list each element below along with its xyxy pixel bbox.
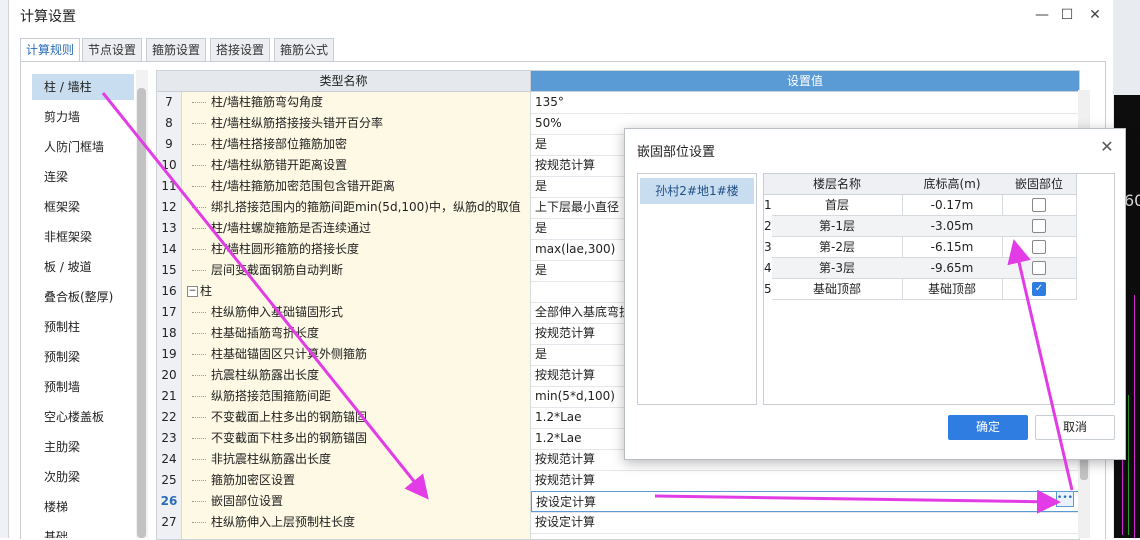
grid-header-value: 设置值 <box>531 71 1079 92</box>
component-item-precast-beam[interactable]: 预制梁 <box>32 344 134 370</box>
minimize-button[interactable]: — <box>1030 4 1054 26</box>
tab-lap-settings[interactable]: 搭接设置 <box>210 38 271 62</box>
floor-row[interactable]: 2 第-1层 -3.05m <box>764 216 1077 237</box>
embed-position-dialog: 嵌固部位设置 ✕ 孙村2#地1#楼 楼层名称 底标高(m) 嵌固部位 1 首层 … <box>624 128 1126 460</box>
component-item-column[interactable]: 柱 / 墙柱 <box>32 74 134 100</box>
component-list: 柱 / 墙柱 剪力墙 人防门框墙 连梁 框架梁 非框架梁 板 / 坡道 叠合板(… <box>28 70 136 538</box>
maximize-button[interactable]: ☐ <box>1055 4 1079 26</box>
component-item-precast-wall[interactable]: 预制墙 <box>32 374 134 400</box>
component-item-coupling-beam[interactable]: 连梁 <box>32 164 134 190</box>
embedded-checkbox[interactable] <box>1032 261 1046 275</box>
table-row[interactable]: 7 柱/墙柱箍筋弯勾角度 135° <box>157 92 1079 114</box>
table-row[interactable]: 25 箍筋加密区设置 按规范计算 <box>157 470 1079 492</box>
table-row-partial[interactable] <box>157 533 1079 539</box>
component-item-frame-beam[interactable]: 框架梁 <box>32 194 134 220</box>
embedded-checkbox[interactable] <box>1032 219 1046 233</box>
component-item-shear-wall[interactable]: 剪力墙 <box>32 104 134 130</box>
tab-stirrup-formula[interactable]: 箍筋公式 <box>274 38 335 62</box>
more-options-button[interactable]: ••• <box>1056 491 1074 507</box>
floor-row[interactable]: 3 第-2层 -6.15m <box>764 237 1077 258</box>
collapse-icon[interactable]: − <box>187 286 198 297</box>
embedded-checkbox-checked[interactable]: ✓ <box>1032 282 1046 296</box>
tab-calc-rules[interactable]: 计算规则 <box>20 38 81 63</box>
component-item-foundation[interactable]: 基础 <box>32 524 134 538</box>
ok-button[interactable]: 确定 <box>948 415 1028 440</box>
embedded-checkbox[interactable] <box>1032 240 1046 254</box>
cancel-button[interactable]: 取消 <box>1035 415 1115 440</box>
embedded-checkbox[interactable] <box>1032 198 1046 212</box>
component-item-composite-slab[interactable]: 叠合板(整厚) <box>32 284 134 310</box>
component-item-hollow-floor[interactable]: 空心楼盖板 <box>32 404 134 430</box>
building-item[interactable]: 孙村2#地1#楼 <box>640 178 754 204</box>
component-item-civil-defense-door[interactable]: 人防门框墙 <box>32 134 134 160</box>
column-header-embedded: 嵌固部位 <box>1002 174 1077 195</box>
table-row-selected[interactable]: 26 嵌固部位设置 按设定计算 <box>157 491 1079 513</box>
floor-row[interactable]: 1 首层 -0.17m <box>764 195 1077 216</box>
floor-row[interactable]: 4 第-3层 -9.65m <box>764 258 1077 279</box>
dialog-close-icon[interactable]: ✕ <box>1095 137 1119 159</box>
dialog-title: 嵌固部位设置 <box>637 145 716 160</box>
component-item-precast-column[interactable]: 预制柱 <box>32 314 134 340</box>
window-title: 计算设置 <box>20 9 76 25</box>
floor-table: 楼层名称 底标高(m) 嵌固部位 1 首层 -0.17m 2 第-1层 -3.0… <box>763 173 1115 405</box>
component-item-slab-ramp[interactable]: 板 / 坡道 <box>32 254 134 280</box>
column-header-floor: 楼层名称 <box>772 174 903 195</box>
component-list-scroll-thumb[interactable] <box>137 88 146 538</box>
grid-scroll-thumb[interactable] <box>1080 458 1088 480</box>
component-item-stairs[interactable]: 楼梯 <box>32 494 134 520</box>
building-list: 孙村2#地1#楼 <box>637 173 757 405</box>
cad-label: 60 <box>1124 191 1140 210</box>
floor-row[interactable]: 5 基础顶部 基础顶部 ✓ <box>764 279 1077 300</box>
tab-stirrup-settings[interactable]: 箍筋设置 <box>146 38 207 62</box>
grid-header-name: 类型名称 <box>157 71 531 92</box>
component-item-secondary-rib-beam[interactable]: 次肋梁 <box>32 464 134 490</box>
table-row[interactable]: 27 柱纵筋伸入上层预制柱长度 按设定计算 <box>157 512 1079 534</box>
window-close-button[interactable]: ✕ <box>1083 4 1107 26</box>
component-item-non-frame-beam[interactable]: 非框架梁 <box>32 224 134 250</box>
tab-node-settings[interactable]: 节点设置 <box>82 38 143 62</box>
component-item-main-rib-beam[interactable]: 主肋梁 <box>32 434 134 460</box>
column-header-elevation: 底标高(m) <box>902 174 1003 195</box>
